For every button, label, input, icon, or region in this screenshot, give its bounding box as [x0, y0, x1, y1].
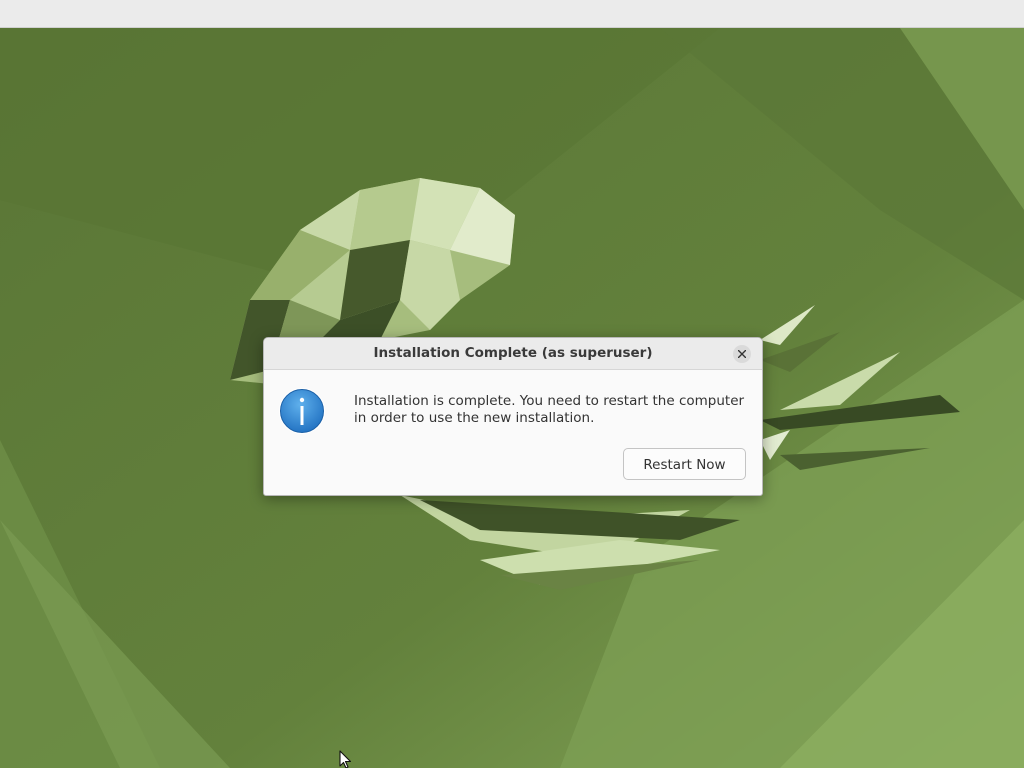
- desktop-screen: Installation Complete (as superuser) Ins…: [0, 0, 1024, 768]
- info-icon: [279, 388, 325, 434]
- dialog-message: Installation is complete. You need to re…: [354, 393, 745, 426]
- installation-complete-dialog: Installation Complete (as superuser) Ins…: [263, 337, 763, 496]
- dialog-title: Installation Complete (as superuser): [373, 345, 653, 361]
- close-icon: [738, 350, 746, 358]
- restart-now-button[interactable]: Restart Now: [623, 448, 746, 480]
- close-button[interactable]: [733, 345, 751, 363]
- mouse-pointer-icon: [339, 750, 352, 768]
- dialog-titlebar: Installation Complete (as superuser): [264, 338, 762, 370]
- top-bar: [0, 0, 1024, 28]
